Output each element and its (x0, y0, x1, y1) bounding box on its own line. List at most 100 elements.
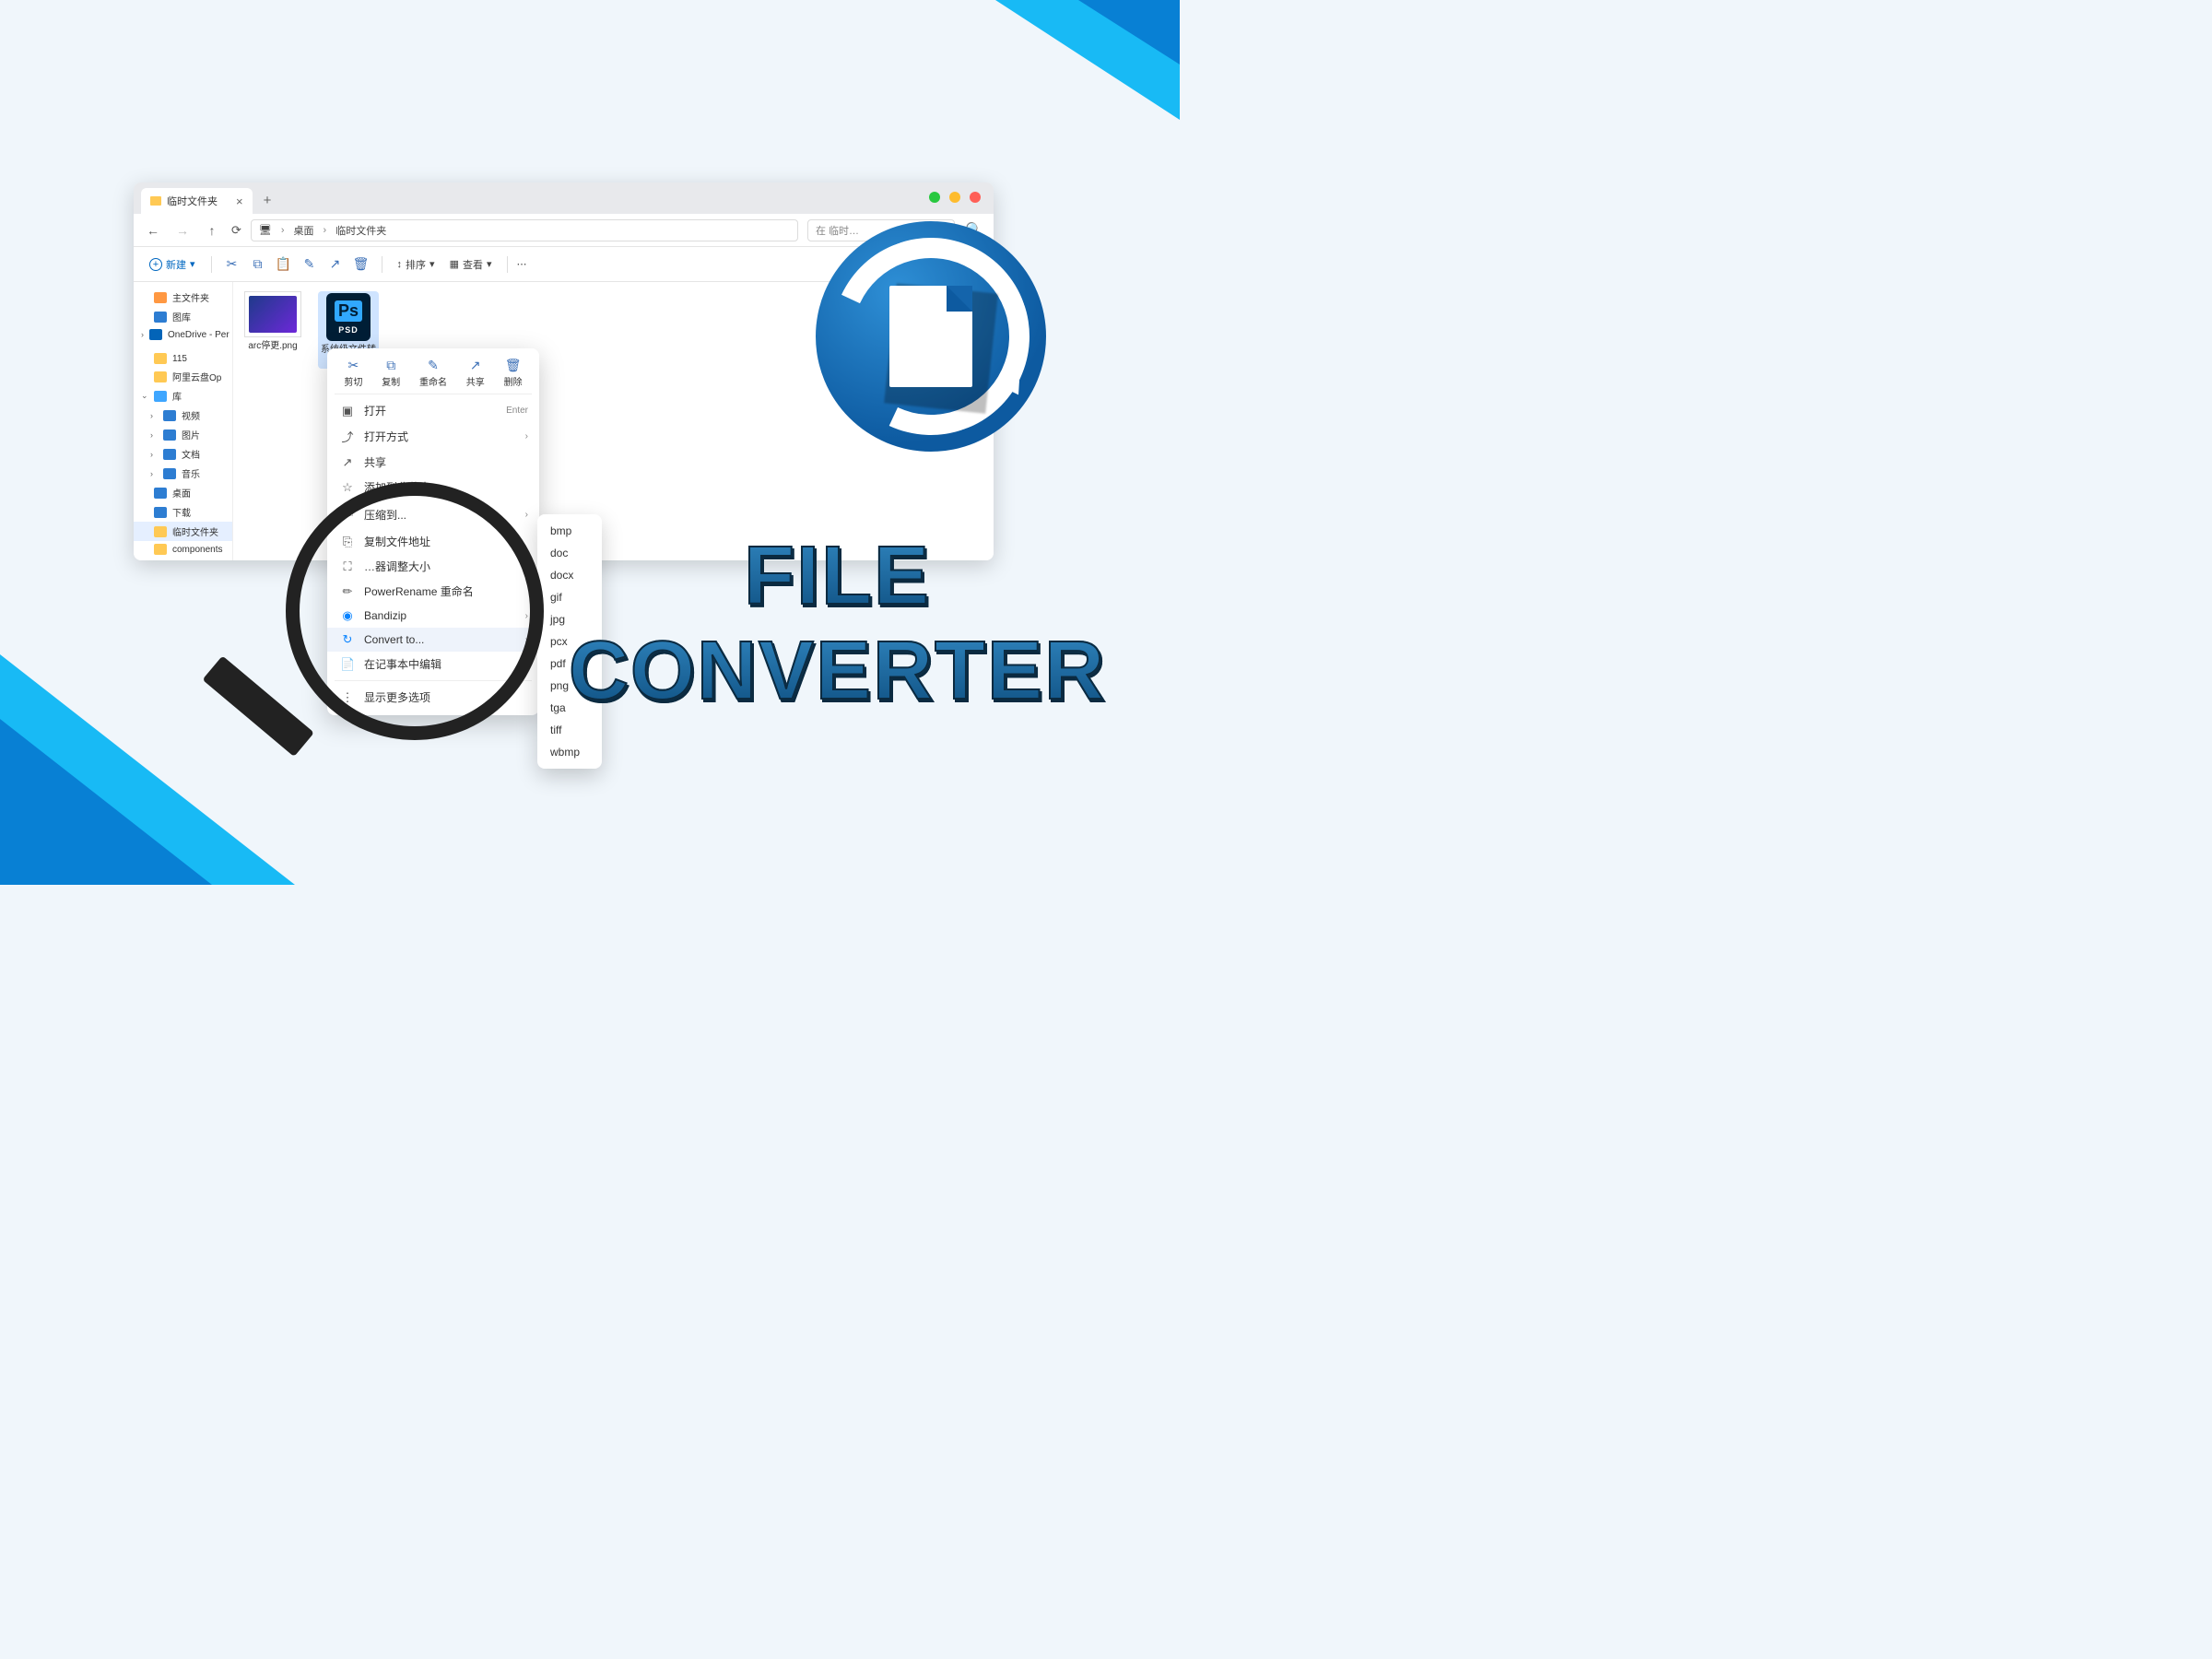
sidebar: 主文件夹 图库 ›OneDrive - Per 115 阿里云盘Op ⌄库 ›视… (134, 282, 233, 560)
ctx-share-button[interactable]: ↗共享 (466, 358, 485, 388)
sidebar-item-playnite[interactable]: playnite详细们 (134, 558, 232, 560)
breadcrumb-sep: › (281, 225, 285, 236)
cloud-icon (149, 329, 162, 340)
sidebar-item-gallery[interactable]: 图库 (134, 307, 232, 326)
context-toolbar: ✂剪切 ⧉复制 ✎重命名 ↗共享 🗑删除 (327, 354, 539, 390)
sidebar-item-videos[interactable]: ›视频 (134, 406, 232, 425)
nav-back-button[interactable]: ← (143, 223, 163, 238)
sidebar-item-aliyun[interactable]: 阿里云盘Op (134, 367, 232, 386)
new-button[interactable]: + 新建 ▾ (143, 253, 202, 276)
ctx-notepad[interactable]: 📄在记事本中编辑 (327, 652, 539, 677)
paste-icon[interactable]: 📋 (273, 256, 295, 272)
cut-icon[interactable]: ✂ (221, 256, 243, 272)
toolbar-separator (211, 256, 212, 273)
ctx-open[interactable]: ▣打开Enter (327, 398, 539, 423)
folder-icon (154, 371, 167, 382)
ctx-more-options[interactable]: ⋮显示更多选项 (327, 685, 539, 710)
sidebar-item-onedrive[interactable]: ›OneDrive - Per (134, 326, 232, 343)
ctx-powerrename[interactable]: ✏PowerRename 重命名 (327, 579, 539, 604)
breadcrumb-root[interactable]: 桌面 (294, 223, 314, 238)
sidebar-item-downloads[interactable]: 下载 (134, 502, 232, 522)
sidebar-item-documents[interactable]: ›文档 (134, 444, 232, 464)
sidebar-item-home[interactable]: 主文件夹 (134, 288, 232, 307)
view-label: 查看 (463, 257, 483, 272)
path-icon: ⎘ (340, 535, 355, 549)
file-item[interactable]: arc停更.png (242, 291, 303, 352)
ctx-copy-button[interactable]: ⧉复制 (382, 358, 400, 388)
more-icon: ⋮ (340, 690, 355, 705)
sort-icon: ↕ (397, 259, 403, 270)
cut-icon: ✂ (348, 358, 359, 372)
archive-icon: 🗀 (340, 504, 355, 524)
ctx-open-with[interactable]: ⤴打开方式› (327, 423, 539, 450)
tab-close-button[interactable]: × (236, 194, 243, 208)
share-icon: ↗ (340, 455, 355, 470)
decorative-triangle-bl2 (0, 719, 212, 885)
tab-active[interactable]: 临时文件夹 × (141, 188, 253, 214)
copy-icon: ⧉ (386, 358, 395, 372)
ctx-bandizip[interactable]: ◉Bandizip› (327, 604, 539, 628)
home-icon (154, 292, 167, 303)
delete-icon: 🗑 (505, 358, 522, 372)
tab-title: 临时文件夹 (167, 194, 218, 208)
ctx-copy-path[interactable]: ⎘复制文件地址 (327, 529, 539, 554)
chevron-right-icon: › (525, 611, 528, 621)
window-maximize[interactable] (949, 192, 960, 203)
format-option[interactable]: wbmp (537, 741, 602, 763)
sidebar-item-desktop[interactable]: 桌面 (134, 483, 232, 502)
openwith-icon: ⤴ (340, 428, 355, 445)
ctx-rename-button[interactable]: ✎重命名 (419, 358, 447, 388)
sort-button[interactable]: ↕ 排序 ▾ (392, 257, 441, 272)
toolbar-separator (507, 256, 508, 273)
rename-icon: ✎ (428, 358, 439, 372)
breadcrumb-folder[interactable]: 临时文件夹 (335, 223, 386, 238)
notepad-icon: 📄 (340, 657, 355, 672)
file-thumbnail (244, 291, 301, 337)
resize-icon: ⛶ (340, 559, 355, 574)
sidebar-item-components[interactable]: components (134, 541, 232, 558)
delete-icon[interactable]: 🗑 (350, 256, 372, 272)
gallery-icon (154, 312, 167, 323)
address-bar[interactable]: 🖥 › 桌面 › 临时文件夹 (251, 219, 798, 241)
copy-icon[interactable]: ⧉ (247, 256, 269, 272)
window-minimize[interactable] (929, 192, 940, 203)
ctx-cut-button[interactable]: ✂剪切 (344, 358, 362, 388)
nav-forward-button[interactable]: → (172, 223, 193, 238)
title-line2: CONVERTER (569, 624, 1106, 719)
new-label: 新建 (166, 257, 186, 272)
chevron-down-icon: ▾ (487, 258, 492, 270)
sidebar-item-tmp[interactable]: 临时文件夹 (134, 522, 232, 541)
refresh-button[interactable]: ⟳ (231, 223, 241, 238)
library-icon (154, 391, 167, 402)
ctx-delete-button[interactable]: 🗑删除 (504, 358, 523, 388)
sidebar-item-115[interactable]: 115 (134, 350, 232, 367)
nav-up-button[interactable]: ↑ (202, 223, 222, 238)
sidebar-item-pictures[interactable]: ›图片 (134, 425, 232, 444)
sidebar-item-library[interactable]: ⌄库 (134, 386, 232, 406)
ctx-favorite[interactable]: ☆添加到收藏夹 (327, 475, 539, 500)
view-icon: ▦ (450, 258, 459, 270)
sort-label: 排序 (406, 257, 426, 272)
more-button[interactable]: ⋯ (517, 258, 529, 270)
ctx-resize[interactable]: ⛶…器调整大小 (327, 554, 539, 579)
plus-icon: + (149, 258, 162, 271)
app-icon: ▣ (340, 404, 355, 418)
monitor-icon: 🖥 (259, 224, 272, 236)
folder-icon (154, 526, 167, 537)
rename-icon[interactable]: ✎ (299, 256, 321, 272)
folder-icon (150, 196, 161, 206)
view-button[interactable]: ▦ 查看 ▾ (444, 257, 498, 272)
new-tab-button[interactable]: + (264, 193, 272, 208)
sidebar-item-music[interactable]: ›音乐 (134, 464, 232, 483)
file-name: arc停更.png (242, 341, 303, 352)
share-icon[interactable]: ↗ (324, 256, 347, 272)
ctx-compress[interactable]: 🗀压缩到...› (327, 500, 539, 529)
convert-icon: ↻ (340, 632, 355, 647)
context-menu: ✂剪切 ⧉复制 ✎重命名 ↗共享 🗑删除 ▣打开Enter ⤴打开方式› ↗共享… (327, 348, 539, 715)
window-close[interactable] (970, 192, 981, 203)
ctx-convert-to[interactable]: ↻Convert to...› (327, 628, 539, 652)
format-option[interactable]: tiff (537, 719, 602, 741)
folder-icon (154, 353, 167, 364)
decorative-triangle-tr2 (1078, 0, 1180, 65)
ctx-share[interactable]: ↗共享 (327, 450, 539, 475)
